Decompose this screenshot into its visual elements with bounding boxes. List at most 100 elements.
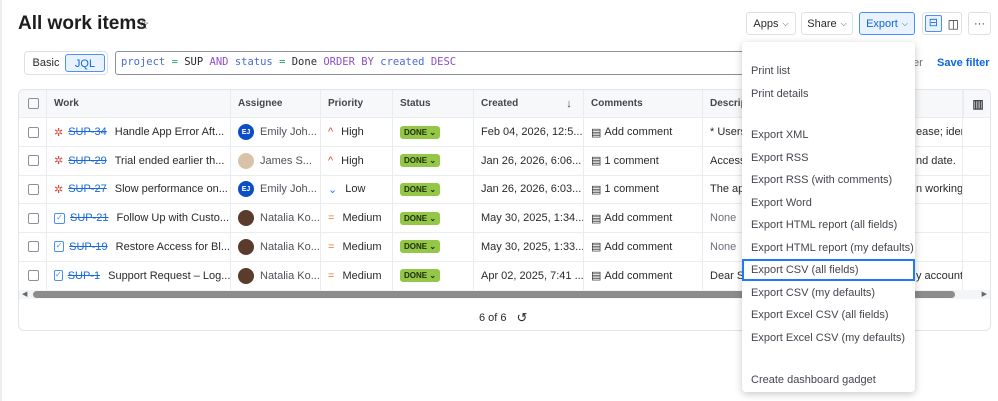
jql-tab[interactable]: JQL [65, 54, 105, 72]
issue-summary[interactable]: Handle App Error Aft... [115, 126, 224, 138]
column-picker-icon[interactable]: ▥ [963, 90, 990, 117]
comment-label[interactable]: Add comment [604, 270, 672, 282]
issue-summary[interactable]: Follow Up with Custo... [117, 212, 229, 224]
menu-item-export-rss-with-comments[interactable]: Export RSS (with comments) [742, 169, 915, 191]
row-checkbox[interactable] [28, 126, 39, 138]
priority-label: Medium [342, 240, 382, 253]
assignee-name: Natalia Ko... [260, 240, 320, 253]
menu-item-print-list[interactable]: Print list [742, 60, 915, 82]
issue-key-link[interactable]: SUP-27 [68, 183, 107, 195]
issue-summary[interactable]: Restore Access for Bl... [116, 241, 230, 253]
status-badge[interactable]: DONE ⌄ [400, 211, 441, 225]
status-cell: DONE ⌄ [393, 175, 474, 204]
comments-cell[interactable]: ▤ Add comment [584, 261, 703, 290]
column-assignee[interactable]: Assignee [231, 90, 321, 117]
menu-item-create-dashboard-gadget[interactable]: Create dashboard gadget [742, 369, 915, 391]
column-priority[interactable]: Priority [321, 90, 393, 117]
export-button[interactable]: Export ⌵ [859, 12, 915, 35]
comment-label[interactable]: Add comment [604, 126, 672, 138]
issue-key-link[interactable]: SUP-21 [70, 212, 109, 224]
menu-item-export-excel-csv-my-defaults[interactable]: Export Excel CSV (my defaults) [742, 327, 915, 349]
comment-icon: ▤ [591, 270, 602, 282]
avatar [238, 238, 254, 255]
menu-item-export-word[interactable]: Export Word [742, 192, 915, 214]
issue-key-link[interactable]: SUP-34 [68, 126, 107, 138]
issue-key-link[interactable]: SUP-29 [68, 155, 107, 167]
assignee-cell: Natalia Ko... [231, 261, 321, 290]
status-cell: DONE ⌄ [393, 261, 474, 290]
menu-item-export-excel-csv-all-fields[interactable]: Export Excel CSV (all fields) [742, 304, 915, 326]
basic-tab[interactable]: Basic [27, 54, 65, 72]
save-filter-button[interactable]: Save filter [937, 57, 990, 69]
menu-item-export-csv-my-defaults[interactable]: Export CSV (my defaults) [742, 282, 915, 304]
jql-token: = [165, 56, 185, 68]
issue-key-link[interactable]: SUP-19 [69, 241, 108, 253]
row-checkbox[interactable] [28, 212, 39, 224]
status-label: DONE [404, 184, 428, 194]
bug-icon: ✲ [54, 126, 64, 139]
select-all-checkbox[interactable] [28, 98, 39, 109]
assignee-name: Natalia Ko... [260, 212, 320, 225]
column-status[interactable]: Status [393, 90, 474, 117]
page-title: All work items [18, 13, 147, 34]
created-cell: Apr 02, 2025, 7:41 ... [474, 261, 584, 290]
menu-item-print-details[interactable]: Print details [742, 83, 915, 105]
work-cell: ✓ SUP-19 Restore Access for Bl... [47, 232, 231, 261]
description-text-end: y account o... [916, 269, 963, 282]
menu-item-export-html-report-my-defaults[interactable]: Export HTML report (my defaults) [742, 237, 915, 259]
menu-item-export-csv-all-fields[interactable]: Export CSV (all fields) [742, 259, 915, 281]
column-work[interactable]: Work [47, 90, 231, 117]
comment-icon: ▤ [591, 183, 602, 196]
priority-label: High [341, 154, 364, 167]
list-view-icon[interactable]: ⊟ [925, 15, 942, 32]
priority-label: Low [345, 183, 366, 196]
scroll-right-icon[interactable]: ▶ [982, 290, 987, 298]
scroll-left-icon[interactable]: ◀ [22, 290, 27, 298]
issue-summary[interactable]: Support Request – Log... [108, 270, 230, 282]
status-badge[interactable]: DONE ⌄ [400, 154, 441, 168]
menu-item-export-html-report-all-fields[interactable]: Export HTML report (all fields) [742, 214, 915, 236]
comments-cell[interactable]: ▤ 1 comment [584, 146, 703, 175]
comment-label[interactable]: 1 comment [604, 183, 658, 195]
comment-label[interactable]: Add comment [604, 212, 672, 224]
created-cell: May 30, 2025, 1:33... [474, 232, 584, 261]
comments-cell[interactable]: ▤ Add comment [584, 204, 703, 233]
comments-cell[interactable]: ▤ Add comment [584, 232, 703, 261]
row-checkbox[interactable] [28, 155, 39, 167]
comment-label[interactable]: 1 comment [604, 155, 658, 167]
row-checkbox[interactable] [28, 241, 39, 253]
row-checkbox[interactable] [28, 183, 39, 195]
sort-down-icon[interactable]: ↓ [566, 98, 572, 110]
row-select-cell [19, 204, 47, 233]
jql-token: = [272, 56, 292, 68]
view-toggle[interactable]: ⊟ ◫ [922, 12, 962, 35]
status-badge[interactable]: DONE ⌄ [400, 269, 441, 282]
share-button[interactable]: Share ⌵ [801, 12, 853, 35]
column-created[interactable]: Created ↓ [474, 90, 584, 117]
issue-summary[interactable]: Slow performance on... [115, 183, 228, 195]
comment-label[interactable]: Add comment [604, 241, 672, 253]
menu-item-export-rss[interactable]: Export RSS [742, 147, 915, 169]
comments-cell[interactable]: ▤ 1 comment [584, 175, 703, 204]
row-checkbox[interactable] [28, 270, 39, 281]
comment-icon: ▤ [591, 155, 602, 168]
status-cell: DONE ⌄ [393, 146, 474, 175]
comments-cell[interactable]: ▤ Add comment [584, 118, 703, 146]
priority-icon: ^ [328, 126, 334, 138]
assignee-name: Natalia Ko... [260, 269, 320, 282]
refresh-icon[interactable]: ↺ [517, 310, 528, 326]
status-badge[interactable]: DONE ⌄ [400, 240, 441, 254]
issue-summary[interactable]: Trial ended earlier th... [115, 155, 225, 167]
description-text-end: n working w... [916, 183, 963, 196]
star-icon[interactable]: ☆ [137, 16, 150, 33]
detail-view-icon[interactable]: ◫ [948, 17, 959, 31]
apps-button[interactable]: Apps ⌵ [746, 12, 796, 35]
row-select-cell [19, 232, 47, 261]
status-badge[interactable]: DONE ⌄ [400, 182, 441, 196]
status-badge[interactable]: DONE ⌄ [400, 125, 441, 139]
more-button[interactable]: ··· [968, 12, 991, 35]
issue-key-link[interactable]: SUP-1 [68, 270, 100, 282]
menu-item-export-xml[interactable]: Export XML [742, 124, 915, 146]
column-comments[interactable]: Comments [584, 90, 703, 117]
avatar [238, 267, 254, 284]
